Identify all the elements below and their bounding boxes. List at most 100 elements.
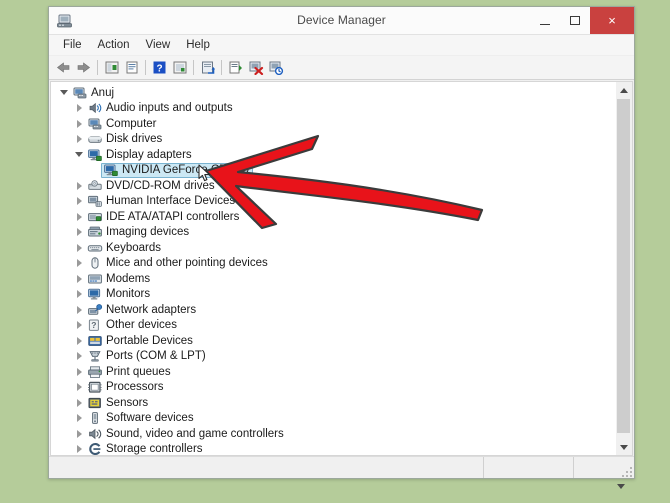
expand-triangle-icon[interactable] — [72, 135, 86, 144]
tree-item-selected[interactable]: NVIDIA GeForce GT 610 — [51, 162, 616, 179]
uninstall-device-icon[interactable] — [246, 58, 265, 77]
expand-triangle-icon[interactable] — [72, 445, 86, 454]
printer-icon — [86, 365, 103, 379]
menu-file[interactable]: File — [55, 37, 90, 53]
tree-item-content: Disk drives — [86, 132, 162, 148]
sound-controller-icon — [86, 427, 103, 441]
optical-drive-icon — [86, 179, 103, 193]
disable-device-icon[interactable] — [266, 58, 285, 77]
forward-icon[interactable] — [74, 58, 93, 77]
expand-triangle-icon[interactable] — [72, 352, 86, 361]
expand-triangle-icon[interactable] — [72, 119, 86, 128]
collapse-triangle-icon[interactable] — [72, 152, 86, 158]
tree-item[interactable]: Processors — [51, 380, 616, 396]
tree-item[interactable]: Software devices — [51, 411, 616, 427]
expand-triangle-icon[interactable] — [72, 228, 86, 237]
show-hide-console-tree-icon[interactable] — [102, 58, 121, 77]
sensor-icon — [86, 396, 103, 410]
device-manager-icon — [56, 13, 73, 29]
tree-item[interactable]: Human Interface Devices — [51, 194, 616, 210]
tree-item[interactable]: Anuj — [51, 85, 616, 101]
expand-triangle-icon[interactable] — [72, 414, 86, 423]
minimize-button[interactable] — [530, 7, 560, 34]
tree-item[interactable]: Sensors — [51, 395, 616, 411]
software-device-icon — [86, 411, 103, 425]
scrollbar-thumb[interactable] — [617, 99, 630, 433]
tree-item-content: ? Other devices — [86, 318, 177, 334]
expand-triangle-icon[interactable] — [72, 336, 86, 345]
expand-triangle-icon[interactable] — [72, 367, 86, 376]
scan-for-hardware-changes-icon[interactable] — [170, 58, 189, 77]
tree-item[interactable]: Print queues — [51, 364, 616, 380]
tree-item[interactable]: Storage controllers — [51, 442, 616, 455]
tree-item[interactable]: Disk drives — [51, 132, 616, 148]
tree-item[interactable]: IDE ATA/ATAPI controllers — [51, 209, 616, 225]
menu-bar: File Action View Help — [49, 35, 634, 56]
collapse-triangle-icon[interactable] — [57, 90, 71, 96]
scroll-down-outer-icon[interactable] — [612, 478, 630, 494]
title-bar[interactable]: Device Manager × — [49, 7, 634, 35]
expand-triangle-icon[interactable] — [72, 212, 86, 221]
tree-item-label: Sound, video and game controllers — [106, 427, 284, 440]
expand-triangle-icon[interactable] — [72, 305, 86, 314]
menu-help[interactable]: Help — [178, 37, 218, 53]
close-button[interactable]: × — [590, 7, 634, 34]
tree-item-content: Software devices — [86, 411, 194, 427]
expand-triangle-icon[interactable] — [72, 398, 86, 407]
expand-triangle-icon[interactable] — [72, 274, 86, 283]
status-bar — [49, 456, 634, 478]
toolbar-separator — [97, 60, 98, 75]
tree-item-label: Mice and other pointing devices — [106, 257, 268, 270]
help-icon[interactable]: ? — [150, 58, 169, 77]
tree-item[interactable]: Imaging devices — [51, 225, 616, 241]
expand-triangle-icon[interactable] — [72, 429, 86, 438]
tree-item[interactable]: Network adapters — [51, 302, 616, 318]
expand-triangle-icon[interactable] — [72, 321, 86, 330]
tree-item[interactable]: Keyboards — [51, 240, 616, 256]
expand-triangle-icon[interactable] — [72, 181, 86, 190]
expand-triangle-icon[interactable] — [72, 197, 86, 206]
tree-item-content: DVD/CD-ROM drives — [86, 178, 215, 194]
tree-item[interactable]: Display adapters — [51, 147, 616, 163]
tree-item-content: Sensors — [86, 395, 148, 411]
properties-icon[interactable] — [122, 58, 141, 77]
update-driver-icon[interactable] — [198, 58, 217, 77]
device-tree[interactable]: Anuj Audio inputs and outputs Computer D… — [50, 81, 616, 456]
tree-item[interactable]: ? Other devices — [51, 318, 616, 334]
expand-triangle-icon[interactable] — [72, 259, 86, 268]
back-icon[interactable] — [54, 58, 73, 77]
vertical-scrollbar[interactable] — [616, 81, 633, 456]
tree-item[interactable]: Portable Devices — [51, 333, 616, 349]
tree-item[interactable]: Ports (COM & LPT) — [51, 349, 616, 365]
menu-action[interactable]: Action — [90, 37, 138, 53]
expand-triangle-icon[interactable] — [72, 383, 86, 392]
tree-item[interactable]: Audio inputs and outputs — [51, 101, 616, 117]
tree-item[interactable]: Modems — [51, 271, 616, 287]
scroll-down-icon[interactable] — [616, 439, 631, 455]
menu-view[interactable]: View — [138, 37, 179, 53]
tree-item-label: Anuj — [91, 86, 115, 99]
tree-item[interactable]: Sound, video and game controllers — [51, 426, 616, 442]
expand-triangle-icon[interactable] — [72, 243, 86, 252]
tree-item[interactable]: Monitors — [51, 287, 616, 303]
expand-triangle-icon[interactable] — [72, 104, 86, 113]
tree-item[interactable]: DVD/CD-ROM drives — [51, 178, 616, 194]
svg-text:?: ? — [156, 63, 162, 74]
scroll-up-icon[interactable] — [616, 82, 631, 98]
tree-item-label: IDE ATA/ATAPI controllers — [106, 210, 240, 223]
resize-grip[interactable] — [619, 464, 632, 477]
disk-drive-icon — [86, 132, 103, 146]
tree-item[interactable]: Mice and other pointing devices — [51, 256, 616, 272]
expand-triangle-icon[interactable] — [72, 290, 86, 299]
tree-item-label: Processors — [106, 381, 164, 394]
tree-item[interactable]: Computer — [51, 116, 616, 132]
toolbar-separator — [145, 60, 146, 75]
tree-item-label: Print queues — [106, 365, 171, 378]
install-legacy-hardware-icon[interactable] — [226, 58, 245, 77]
maximize-button[interactable] — [560, 7, 590, 34]
